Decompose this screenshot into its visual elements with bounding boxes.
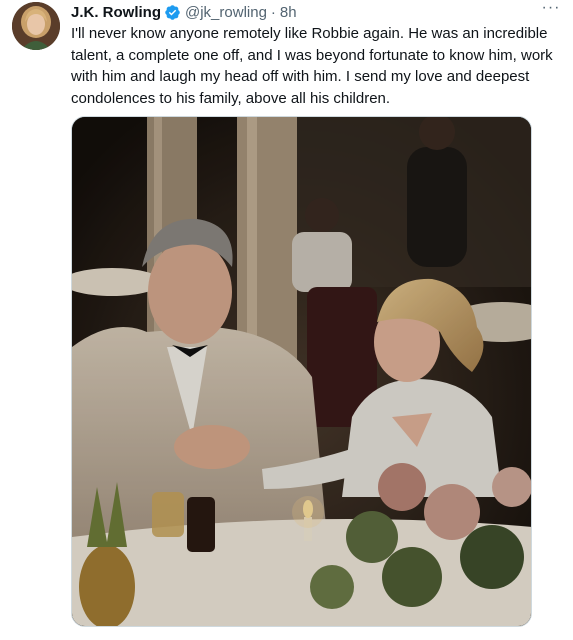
tweet-photo[interactable] bbox=[71, 116, 532, 627]
more-options-icon[interactable]: ··· bbox=[539, 0, 563, 22]
author-handle[interactable]: @jk_rowling bbox=[185, 4, 267, 21]
profile-avatar[interactable] bbox=[12, 2, 60, 50]
tweet-header: J.K. Rowling @jk_rowling · 8h bbox=[71, 1, 533, 23]
author-name[interactable]: J.K. Rowling bbox=[71, 4, 161, 21]
verified-badge-icon bbox=[164, 4, 181, 21]
tweet-text: I'll never know anyone remotely like Rob… bbox=[71, 25, 553, 107]
tweet-timestamp[interactable]: 8h bbox=[280, 4, 297, 21]
separator-dot: · bbox=[270, 3, 276, 21]
tweet[interactable]: J.K. Rowling @jk_rowling · 8h ··· I'll n… bbox=[0, 0, 573, 640]
